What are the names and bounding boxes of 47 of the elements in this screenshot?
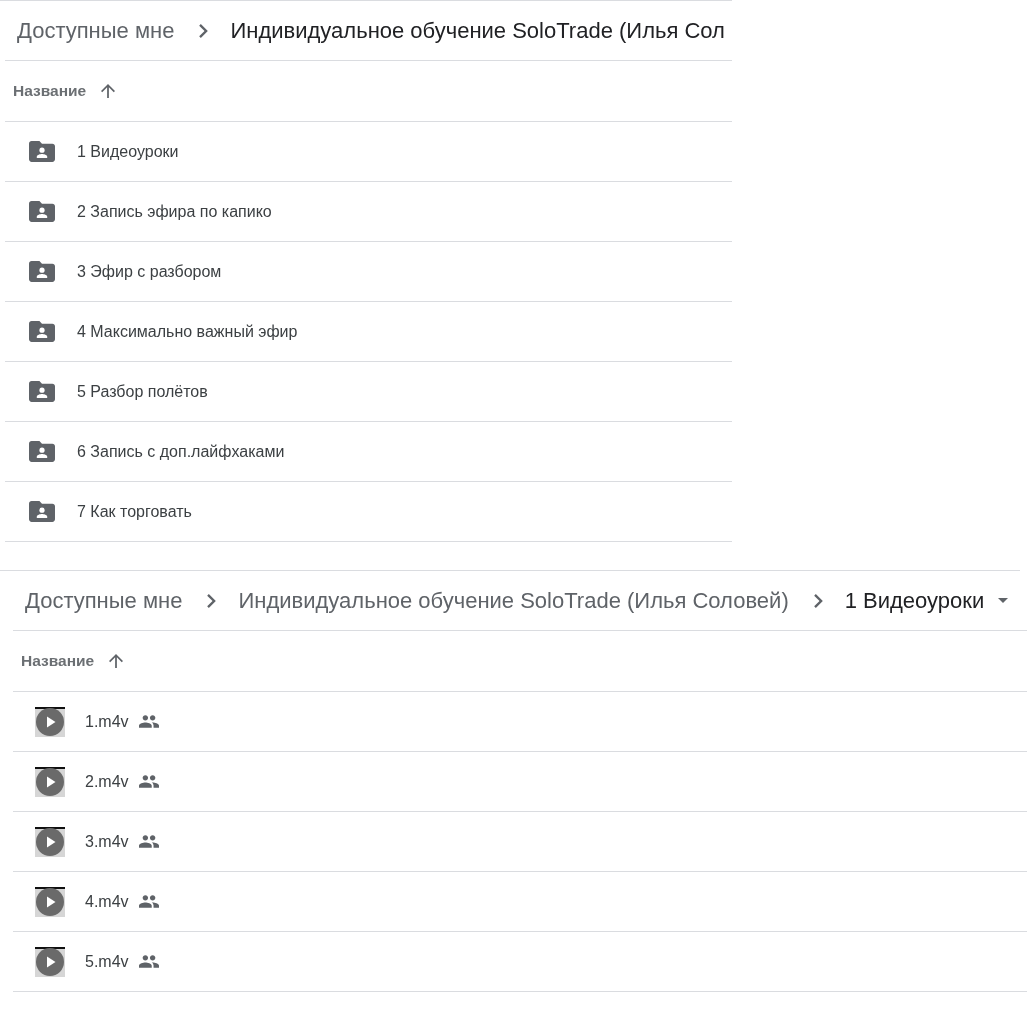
- file-row[interactable]: 4.m4v: [13, 872, 1027, 932]
- file-name: 4 Максимально важный эфир: [77, 322, 298, 341]
- chevron-right-icon: [199, 23, 209, 38]
- shared-folder-icon: [29, 201, 55, 222]
- breadcrumb-link[interactable]: Доступные мне: [17, 17, 175, 44]
- file-name: 3.m4v: [85, 832, 129, 851]
- file-name: 1.m4v: [85, 712, 129, 731]
- shared-folder-icon: [29, 441, 55, 462]
- file-row[interactable]: 1.m4v: [13, 692, 1027, 752]
- folder-menu-button[interactable]: 1 Видеоуроки: [844, 587, 1009, 614]
- file-name: 5.m4v: [85, 952, 129, 971]
- shared-folder-icon: [29, 261, 55, 282]
- breadcrumb-link[interactable]: Доступные мне: [25, 587, 183, 614]
- video-thumbnail-icon: [35, 826, 65, 857]
- shared-folder-icon: [29, 321, 55, 342]
- shared-folder-icon: [29, 141, 55, 162]
- name-column-header[interactable]: Название: [13, 82, 116, 100]
- video-thumbnail-icon: [35, 766, 65, 797]
- chevron-right-icon: [813, 593, 823, 608]
- file-row[interactable]: 5 Разбор полётов: [5, 362, 732, 422]
- file-row[interactable]: 3 Эфир с разбором: [5, 242, 732, 302]
- file-row[interactable]: 6 Запись с доп.лайфхаками: [5, 422, 732, 482]
- file-name: 2.m4v: [85, 772, 129, 791]
- file-row[interactable]: 1 Видеоуроки: [5, 122, 732, 182]
- file-name: 5 Разбор полётов: [77, 382, 208, 401]
- file-row[interactable]: 2 Запись эфира по капико: [5, 182, 732, 242]
- name-column-header[interactable]: Название: [21, 652, 124, 670]
- caret-down-icon: [998, 598, 1009, 603]
- chevron-right-icon: [207, 593, 217, 608]
- shared-folder-icon: [29, 381, 55, 402]
- file-name: 2 Запись эфира по капико: [77, 202, 272, 221]
- file-name: 4.m4v: [85, 892, 129, 911]
- file-name: 6 Запись с доп.лайфхаками: [77, 442, 285, 461]
- video-thumbnail-icon: [35, 886, 65, 917]
- file-row[interactable]: 4 Максимально важный эфир: [5, 302, 732, 362]
- file-row[interactable]: 5.m4v: [13, 932, 1027, 992]
- file-row[interactable]: 2.m4v: [13, 752, 1027, 812]
- file-name: 7 Как торговать: [77, 502, 192, 521]
- video-thumbnail-icon: [35, 706, 65, 737]
- video-thumbnail-icon: [35, 946, 65, 977]
- file-row[interactable]: 7 Как торговать: [5, 482, 732, 542]
- file-name: 3 Эфир с разбором: [77, 262, 222, 281]
- shared-folder-icon: [29, 501, 55, 522]
- file-name: 1 Видеоуроки: [77, 142, 179, 161]
- breadcrumb-link[interactable]: Индивидуальное обучение SoloTrade (Илья Соловей): [238, 587, 789, 614]
- breadcrumb-link[interactable]: Индивидуальное обучение SoloTrade (Илья Сол: [230, 17, 725, 44]
- file-row[interactable]: 3.m4v: [13, 812, 1027, 872]
